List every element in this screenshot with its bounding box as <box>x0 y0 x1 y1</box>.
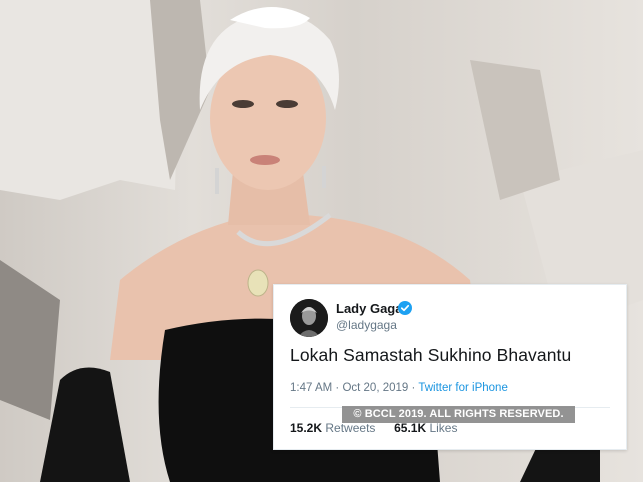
tweet-stats: 15.2K Retweets 65.1K Likes <box>290 421 457 435</box>
tweet-source-link[interactable]: Twitter for iPhone <box>418 382 507 394</box>
meta-separator: · <box>335 382 340 394</box>
tweet-text: Lokah Samastah Sukhino Bhavantu <box>290 345 572 365</box>
tweet-date[interactable]: Oct 20, 2019 <box>342 382 408 394</box>
retweets-label[interactable]: Retweets <box>325 421 375 435</box>
copyright-watermark: © BCCL 2019. ALL RIGHTS RESERVED. <box>342 406 575 423</box>
tweet-card[interactable]: Lady Gaga @ladygaga Lokah Samastah Sukhi… <box>273 284 627 450</box>
meta-separator: · <box>411 382 416 394</box>
avatar-image <box>290 299 328 337</box>
author-handle[interactable]: @ladygaga <box>336 318 397 332</box>
likes-label[interactable]: Likes <box>429 421 457 435</box>
tweet-meta: 1:47 AM · Oct 20, 2019 · Twitter for iPh… <box>290 382 508 394</box>
retweets-count[interactable]: 15.2K <box>290 421 322 435</box>
verified-badge-icon <box>398 301 412 315</box>
avatar[interactable] <box>290 299 328 337</box>
author-name[interactable]: Lady Gaga <box>336 301 402 316</box>
tweet-time[interactable]: 1:47 AM <box>290 382 332 394</box>
likes-count[interactable]: 65.1K <box>394 421 426 435</box>
